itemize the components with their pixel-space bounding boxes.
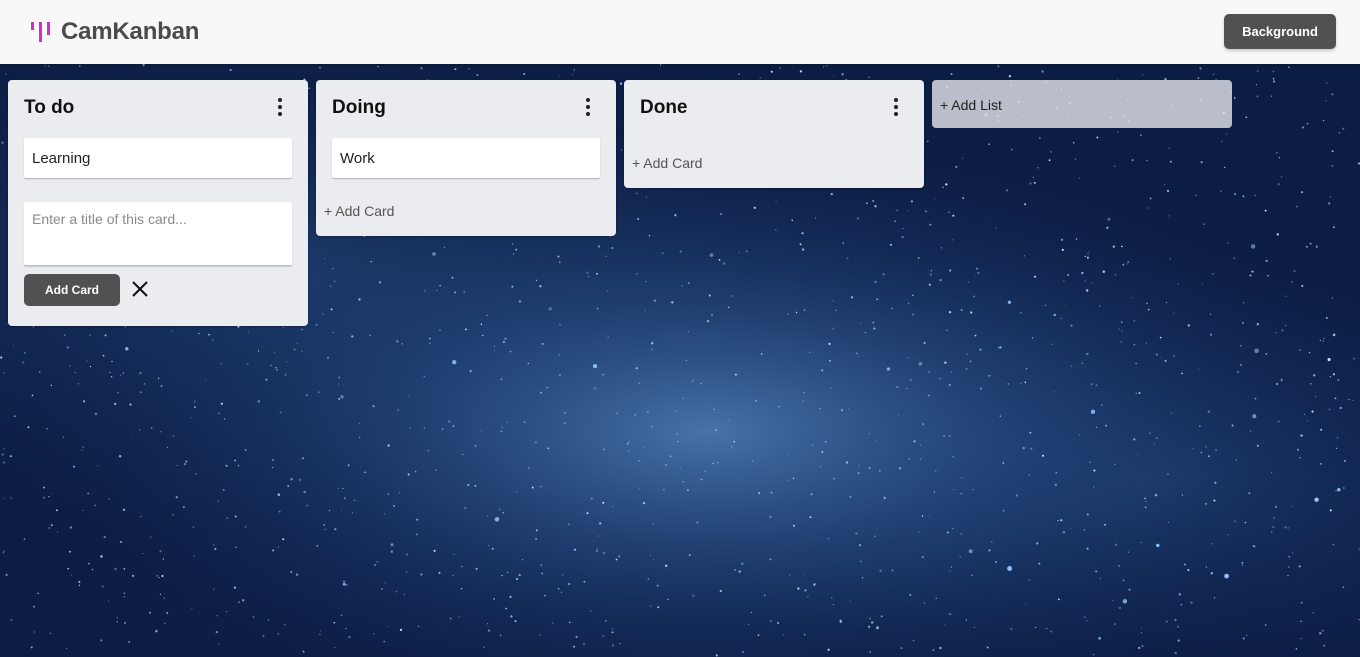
- add-card-button[interactable]: Add Card: [24, 274, 120, 306]
- more-vertical-icon[interactable]: [884, 98, 908, 118]
- card-work[interactable]: Work: [332, 138, 600, 178]
- app-header: CamKanban Background: [0, 0, 1360, 64]
- card-learning[interactable]: Learning: [24, 138, 292, 178]
- background-button[interactable]: Background: [1224, 14, 1336, 49]
- list-done: Done + Add Card: [624, 80, 924, 188]
- list-title[interactable]: Done: [640, 97, 688, 119]
- logo-icon[interactable]: [30, 21, 52, 43]
- list-title[interactable]: To do: [24, 97, 74, 119]
- close-icon[interactable]: [130, 279, 150, 299]
- add-list-button[interactable]: + Add List: [932, 80, 1232, 128]
- card-title-input[interactable]: [24, 202, 292, 266]
- list-doing: Doing Work + Add Card: [316, 80, 616, 236]
- add-card-link[interactable]: + Add Card: [324, 203, 394, 219]
- app-title[interactable]: CamKanban: [61, 18, 199, 46]
- more-vertical-icon[interactable]: [268, 98, 292, 118]
- list-title[interactable]: Doing: [332, 97, 386, 119]
- more-vertical-icon[interactable]: [576, 98, 600, 118]
- add-card-link[interactable]: + Add Card: [632, 155, 702, 171]
- list-to-do: To do Learning Add Card: [8, 80, 308, 326]
